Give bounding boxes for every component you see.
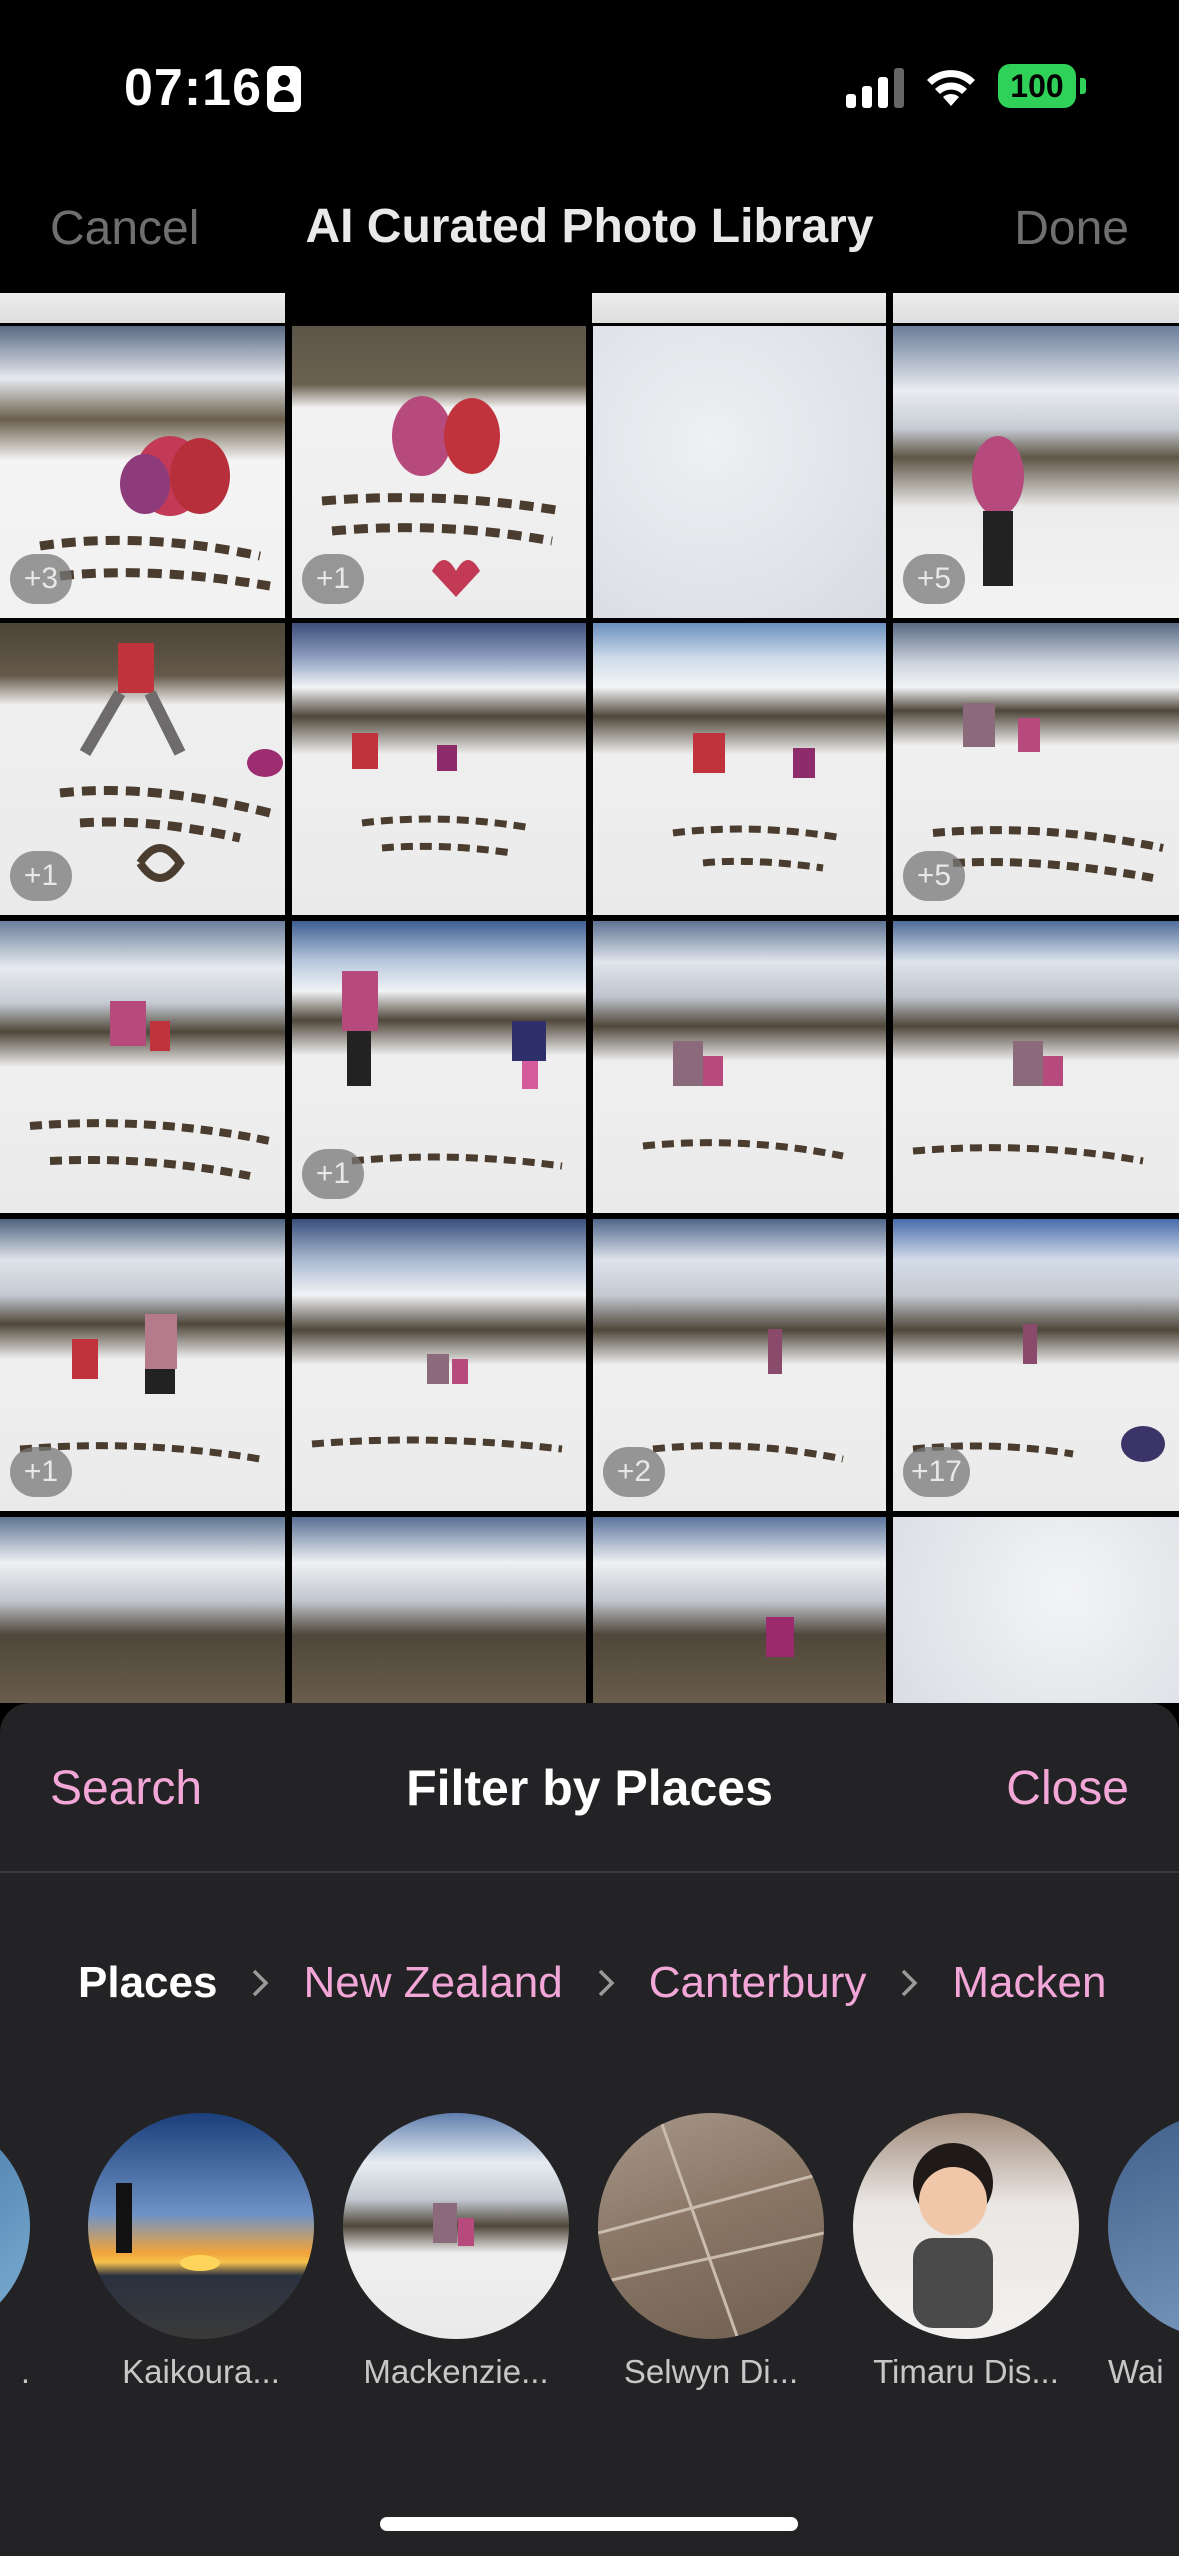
- place-thumbnail: [1108, 2113, 1179, 2339]
- page-title: AI Curated Photo Library: [305, 200, 874, 253]
- place-thumbnail: [88, 2113, 314, 2339]
- stack-count-badge: +1: [10, 851, 72, 901]
- photo-content: [912, 1041, 1144, 1165]
- photo-tile[interactable]: [292, 623, 586, 915]
- photo-tile[interactable]: +17: [893, 1219, 1179, 1511]
- stack-count-badge: +1: [302, 1149, 364, 1199]
- photo-content: [672, 733, 844, 872]
- place-item[interactable]: Mackenzie...: [343, 2113, 569, 2391]
- photo-tile[interactable]: +3: [0, 326, 285, 618]
- place-item[interactable]: .: [0, 2113, 30, 2391]
- photo-tile[interactable]: [0, 293, 285, 323]
- filter-sheet: Search Filter by Places Close Places New…: [0, 1703, 1179, 2556]
- place-thumbnail: [853, 2113, 1079, 2339]
- home-indicator: [380, 2517, 798, 2531]
- stack-count-badge: +2: [603, 1447, 665, 1497]
- photo-tile[interactable]: [0, 1517, 285, 1703]
- place-thumbnail: [0, 2113, 30, 2339]
- place-item[interactable]: Timaru Dis...: [853, 2113, 1079, 2391]
- place-item[interactable]: Selwyn Di...: [598, 2113, 824, 2391]
- breadcrumb: Places New Zealand Canterbury Macken: [78, 1953, 1106, 2013]
- done-button[interactable]: Done: [1014, 201, 1129, 256]
- photo-tile[interactable]: [292, 1219, 586, 1511]
- place-label: Wai: [1108, 2353, 1164, 2390]
- photo-content: [766, 1617, 794, 1657]
- photo-tile[interactable]: +2: [593, 1219, 886, 1511]
- photo-content: [311, 1354, 563, 1453]
- breadcrumb-new-zealand[interactable]: New Zealand: [303, 1958, 562, 2008]
- stack-count-badge: +1: [10, 1447, 72, 1497]
- photo-tile[interactable]: [593, 326, 886, 618]
- contact-card-icon: [267, 66, 301, 112]
- photo-tile[interactable]: [593, 623, 886, 915]
- stack-count-badge: +5: [903, 851, 965, 901]
- stack-count-badge: +17: [903, 1447, 970, 1497]
- place-item[interactable]: Wai: [1108, 2113, 1179, 2391]
- photo-tile[interactable]: +1: [292, 326, 586, 618]
- stack-count-badge: +5: [903, 554, 965, 604]
- sheet-title: Filter by Places: [406, 1760, 773, 1816]
- place-thumbnail: [343, 2113, 569, 2339]
- place-thumbnail: [598, 2113, 824, 2339]
- photo-tile[interactable]: +1: [0, 623, 285, 915]
- breadcrumb-canterbury[interactable]: Canterbury: [649, 1958, 867, 2008]
- place-label: .: [20, 2353, 30, 2390]
- photo-tile[interactable]: [893, 921, 1179, 1213]
- photo-tile[interactable]: [593, 1517, 886, 1703]
- sheet-divider: [0, 1871, 1179, 1873]
- photo-tile[interactable]: [593, 921, 886, 1213]
- photo-content: [29, 1001, 271, 1180]
- places-carousel: . Kaikoura... Mackenzie... Selwyn Di... …: [0, 2113, 1179, 2403]
- photo-content: [352, 733, 533, 857]
- wifi-icon: [927, 70, 975, 106]
- photo-tile[interactable]: +1: [292, 921, 586, 1213]
- photo-content: [642, 1041, 844, 1160]
- place-label: Kaikoura...: [122, 2353, 280, 2390]
- place-label: Timaru Dis...: [873, 2353, 1059, 2390]
- stack-count-badge: +3: [10, 554, 72, 604]
- close-button[interactable]: Close: [1006, 1761, 1129, 1816]
- chevron-right-icon: [902, 1969, 918, 1997]
- place-label: Mackenzie...: [363, 2353, 549, 2390]
- status-time: 07:16: [124, 59, 262, 117]
- chevron-right-icon: [253, 1969, 269, 1997]
- chevron-right-icon: [598, 1969, 615, 1997]
- battery-tip: [1080, 78, 1086, 94]
- photo-tile[interactable]: [0, 921, 285, 1213]
- battery-indicator: 100: [998, 64, 1076, 108]
- photo-tile[interactable]: [592, 293, 886, 323]
- photo-tile[interactable]: [893, 1517, 1179, 1703]
- photo-tile[interactable]: [893, 293, 1179, 323]
- navigation-bar: Cancel AI Curated Photo Library Done: [0, 175, 1179, 293]
- stack-count-badge: +1: [302, 554, 364, 604]
- photo-tile[interactable]: [292, 1517, 586, 1703]
- photo-tile[interactable]: +1: [0, 1219, 285, 1511]
- place-item[interactable]: Kaikoura...: [88, 2113, 314, 2391]
- breadcrumb-mackenzie[interactable]: Macken: [952, 1958, 1106, 2008]
- cellular-signal-icon: [846, 66, 906, 108]
- place-label: Selwyn Di...: [623, 2353, 799, 2390]
- photo-grid: +3 +1 +5 +1 +5 +1 +1 +2 +17: [0, 293, 1179, 1703]
- breadcrumb-places[interactable]: Places: [78, 1958, 217, 2008]
- photo-tile[interactable]: +5: [893, 326, 1179, 618]
- status-bar: 07:16 100: [0, 0, 1179, 175]
- photo-tile[interactable]: +5: [893, 623, 1179, 915]
